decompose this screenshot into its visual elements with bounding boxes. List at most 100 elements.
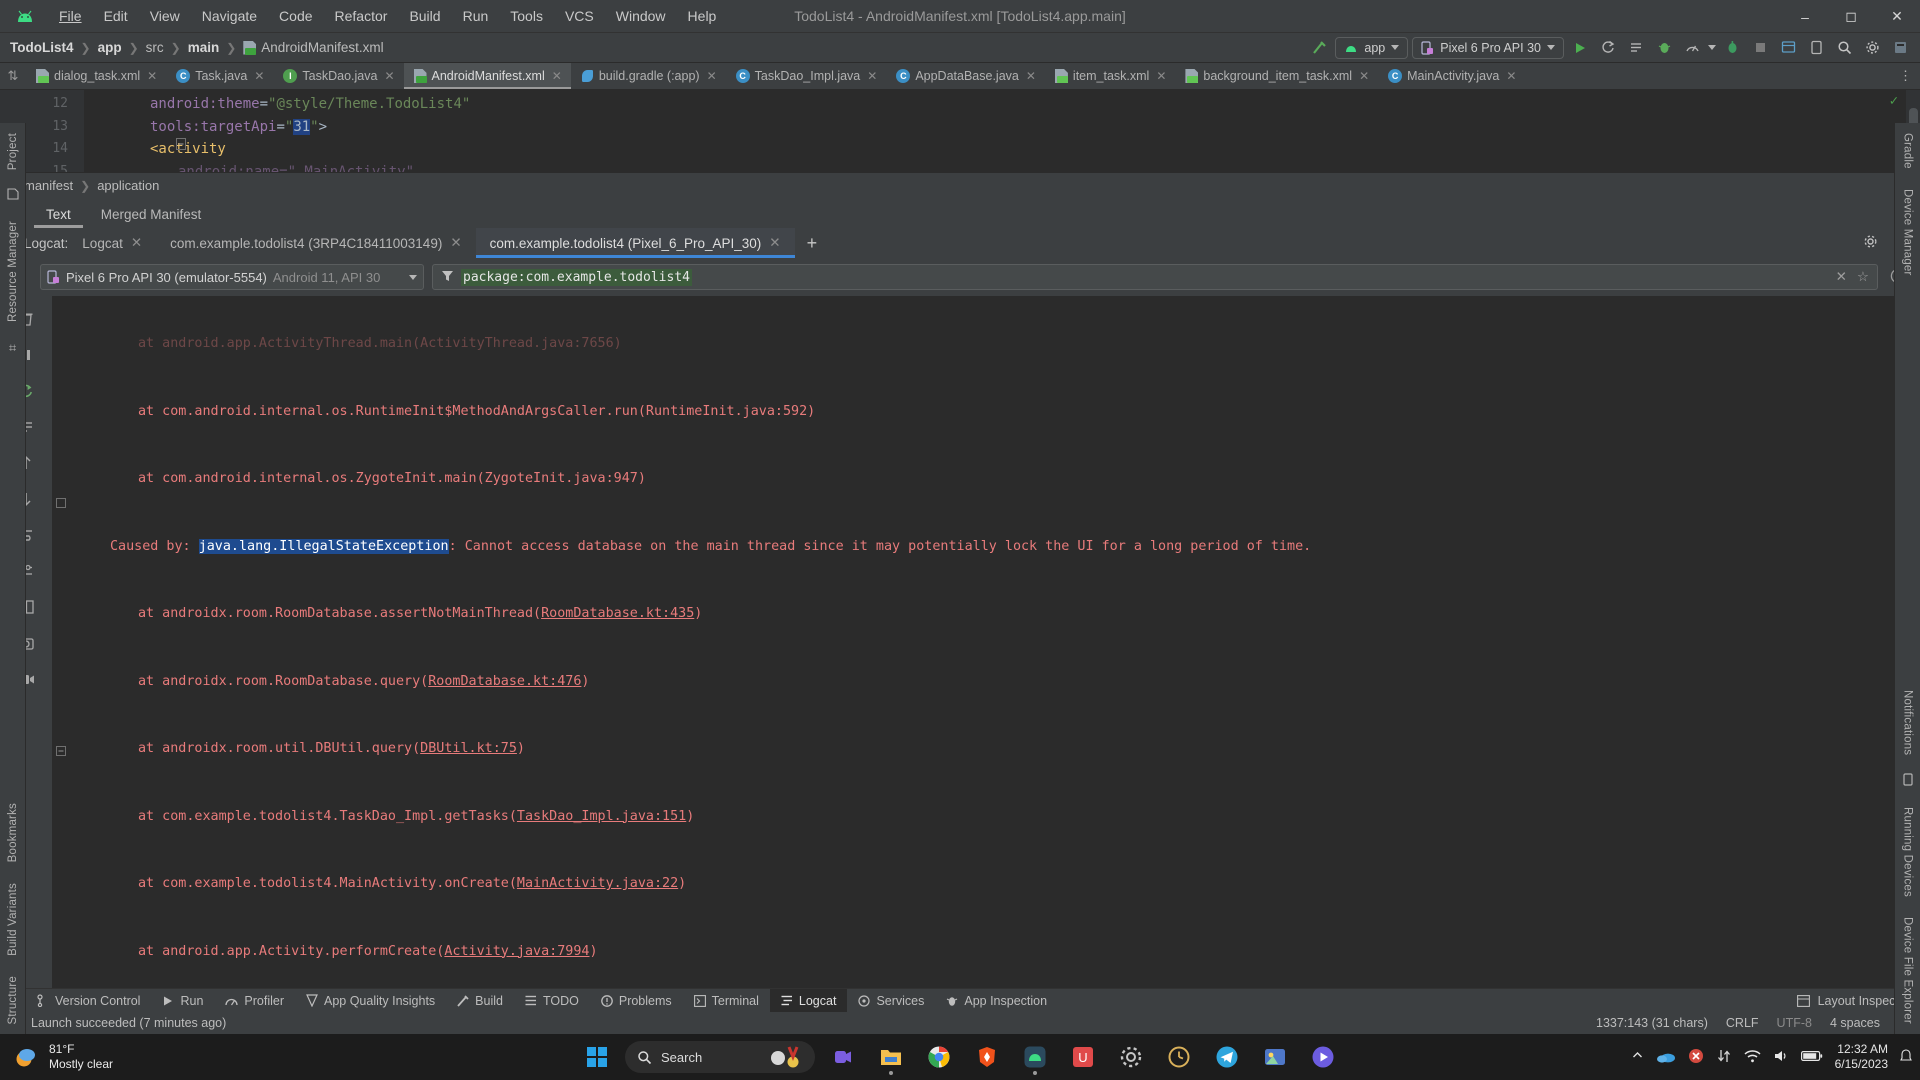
sidebar-item-device-manager[interactable]: Device Manager [1902, 179, 1914, 286]
menu-run[interactable]: Run [452, 5, 500, 27]
editor-tab-build-gradle[interactable]: build.gradle (:app) ✕ [571, 63, 726, 89]
fold-marker-icon[interactable] [56, 744, 66, 759]
tab-close-icon[interactable]: ✕ [707, 69, 717, 83]
tool-window-problems[interactable]: Problems [590, 989, 683, 1013]
logcat-tab-device-physical[interactable]: com.example.todolist4 (3RP4C18411003149)… [156, 228, 475, 258]
close-button[interactable]: ✕ [1874, 0, 1920, 33]
tool-window-build[interactable]: Build [446, 989, 514, 1013]
logcat-device-selector[interactable]: Pixel 6 Pro API 30 (emulator-5554) Andro… [40, 264, 424, 290]
breadcrumb-manifest[interactable]: manifest [24, 178, 73, 193]
source-link[interactable]: TaskDao_Impl.java:151 [517, 809, 686, 824]
tab-close-icon[interactable]: ✕ [254, 69, 264, 83]
tab-overflow-icon[interactable]: ⋮ [1891, 63, 1920, 89]
tab-close-icon[interactable]: ✕ [867, 69, 877, 83]
menu-refactor[interactable]: Refactor [324, 5, 399, 27]
onedrive-icon[interactable] [1656, 1049, 1676, 1066]
source-link[interactable]: RoomDatabase.kt:476 [428, 674, 581, 689]
volume-icon[interactable] [1773, 1049, 1789, 1066]
editor-tab-taskdao-impl-java[interactable]: C TaskDao_Impl.java ✕ [726, 63, 887, 89]
menu-view[interactable]: View [139, 5, 191, 27]
tab-list-icon[interactable]: ⇅ [0, 63, 26, 89]
menu-build[interactable]: Build [398, 5, 451, 27]
taskbar-search-box[interactable]: Search [625, 1041, 815, 1073]
debug-icon[interactable] [1652, 37, 1676, 59]
tab-close-icon[interactable]: ✕ [552, 69, 562, 83]
apply-changes-icon[interactable] [1596, 37, 1620, 59]
emulator-icon[interactable] [1902, 765, 1914, 797]
filter-icon[interactable] [441, 270, 455, 285]
sidebar-item-structure[interactable]: Structure [7, 966, 19, 1034]
gear-icon[interactable] [1863, 234, 1878, 252]
code-fold-icon[interactable] [176, 138, 186, 150]
tab-close-icon[interactable]: ✕ [1026, 69, 1036, 83]
device-manager-icon[interactable] [1804, 37, 1828, 59]
taskbar-app-media-player[interactable] [1303, 1037, 1343, 1077]
fold-marker-icon[interactable] [56, 496, 66, 511]
source-link[interactable]: MainActivity.java:22 [517, 876, 678, 891]
taskbar-app-teams[interactable] [823, 1037, 863, 1077]
structure-icon[interactable]: ⌗ [9, 332, 16, 364]
taskbar-app-chrome[interactable] [919, 1037, 959, 1077]
search-icon[interactable] [1832, 37, 1856, 59]
adb-icon[interactable] [1716, 1048, 1732, 1067]
menu-window[interactable]: Window [605, 5, 677, 27]
breadcrumb-main[interactable]: main [188, 40, 220, 55]
tab-close-icon[interactable]: ✕ [384, 69, 394, 83]
taskbar-app-photos[interactable] [1255, 1037, 1295, 1077]
profile-icon[interactable] [1680, 37, 1704, 59]
tab-close-icon[interactable]: ✕ [769, 235, 780, 251]
editor-tab-item-task-xml[interactable]: item_task.xml ✕ [1045, 63, 1175, 89]
sidebar-item-device-file-explorer[interactable]: Device File Explorer [1902, 907, 1914, 1034]
tab-close-icon[interactable]: ✕ [1156, 69, 1166, 83]
add-logcat-tab-button[interactable]: + [795, 233, 830, 254]
sdk-manager-icon[interactable] [1888, 37, 1912, 59]
taskbar-app-telegram[interactable] [1207, 1037, 1247, 1077]
tool-window-run[interactable]: Run [151, 989, 214, 1013]
tool-window-app-quality-insights[interactable]: App Quality Insights [295, 989, 446, 1013]
source-link[interactable]: Activity.java:7994 [444, 944, 589, 959]
favorite-filter-icon[interactable]: ☆ [1857, 269, 1869, 285]
taskbar-app-clock[interactable] [1159, 1037, 1199, 1077]
tool-window-terminal[interactable]: Terminal [683, 989, 770, 1013]
sidebar-item-build-variants[interactable]: Build Variants [7, 873, 19, 966]
stop-icon[interactable] [1748, 37, 1772, 59]
tab-close-icon[interactable]: ✕ [131, 235, 142, 251]
device-selector[interactable]: Pixel 6 Pro API 30 [1412, 36, 1564, 59]
chevron-down-icon[interactable] [1708, 45, 1716, 50]
taskbar-clock[interactable]: 12:32 AM 6/15/2023 [1835, 1042, 1888, 1072]
chevron-down-icon[interactable] [409, 274, 417, 280]
sidebar-item-bookmarks[interactable]: Bookmarks [7, 793, 19, 872]
run-icon[interactable] [1568, 37, 1592, 59]
run-configuration-selector[interactable]: app [1335, 36, 1409, 59]
sidebar-item-resource-manager[interactable]: Resource Manager [7, 211, 19, 332]
logcat-output[interactable]: at android.app.ActivityThread.main(Activ… [74, 296, 1920, 988]
taskbar-app-vscode[interactable]: U [1063, 1037, 1103, 1077]
layout-inspector-icon[interactable] [1776, 37, 1800, 59]
commit-icon[interactable] [6, 180, 19, 211]
maximize-button[interactable]: ◻ [1828, 0, 1874, 33]
menu-edit[interactable]: Edit [93, 5, 139, 27]
logcat-filter-input[interactable]: package:com.example.todolist4 ✕ ☆ [432, 264, 1878, 290]
line-separator[interactable]: CRLF [1726, 1016, 1759, 1030]
editor-tab-background-item-task-xml[interactable]: background_item_task.xml ✕ [1175, 63, 1378, 89]
sidebar-item-project[interactable]: Project [7, 123, 19, 180]
editor-tab-dialog-task-xml[interactable]: dialog_task.xml ✕ [26, 63, 166, 89]
editor-tab-mainactivity-java[interactable]: C MainActivity.java ✕ [1378, 63, 1525, 89]
tool-window-profiler[interactable]: Profiler [214, 989, 295, 1013]
battery-icon[interactable] [1800, 1050, 1823, 1065]
menu-navigate[interactable]: Navigate [191, 5, 268, 27]
breadcrumb-application[interactable]: application [97, 178, 159, 193]
menu-file[interactable]: File [48, 5, 93, 27]
editor-tab-taskdao-java[interactable]: I TaskDao.java ✕ [273, 63, 403, 89]
breadcrumb-src[interactable]: src [146, 40, 164, 55]
tab-close-icon[interactable]: ✕ [1506, 69, 1516, 83]
tool-window-services[interactable]: Services [847, 989, 935, 1013]
notification-center-icon[interactable] [1900, 1048, 1912, 1066]
source-link[interactable]: DBUtil.kt:75 [420, 741, 517, 756]
menu-help[interactable]: Help [677, 5, 728, 27]
menu-code[interactable]: Code [268, 5, 323, 27]
tray-chevron-up-icon[interactable] [1631, 1049, 1644, 1065]
minimize-button[interactable]: – [1782, 0, 1828, 33]
start-button[interactable] [577, 1037, 617, 1077]
sidebar-item-gradle[interactable]: Gradle [1902, 123, 1914, 179]
